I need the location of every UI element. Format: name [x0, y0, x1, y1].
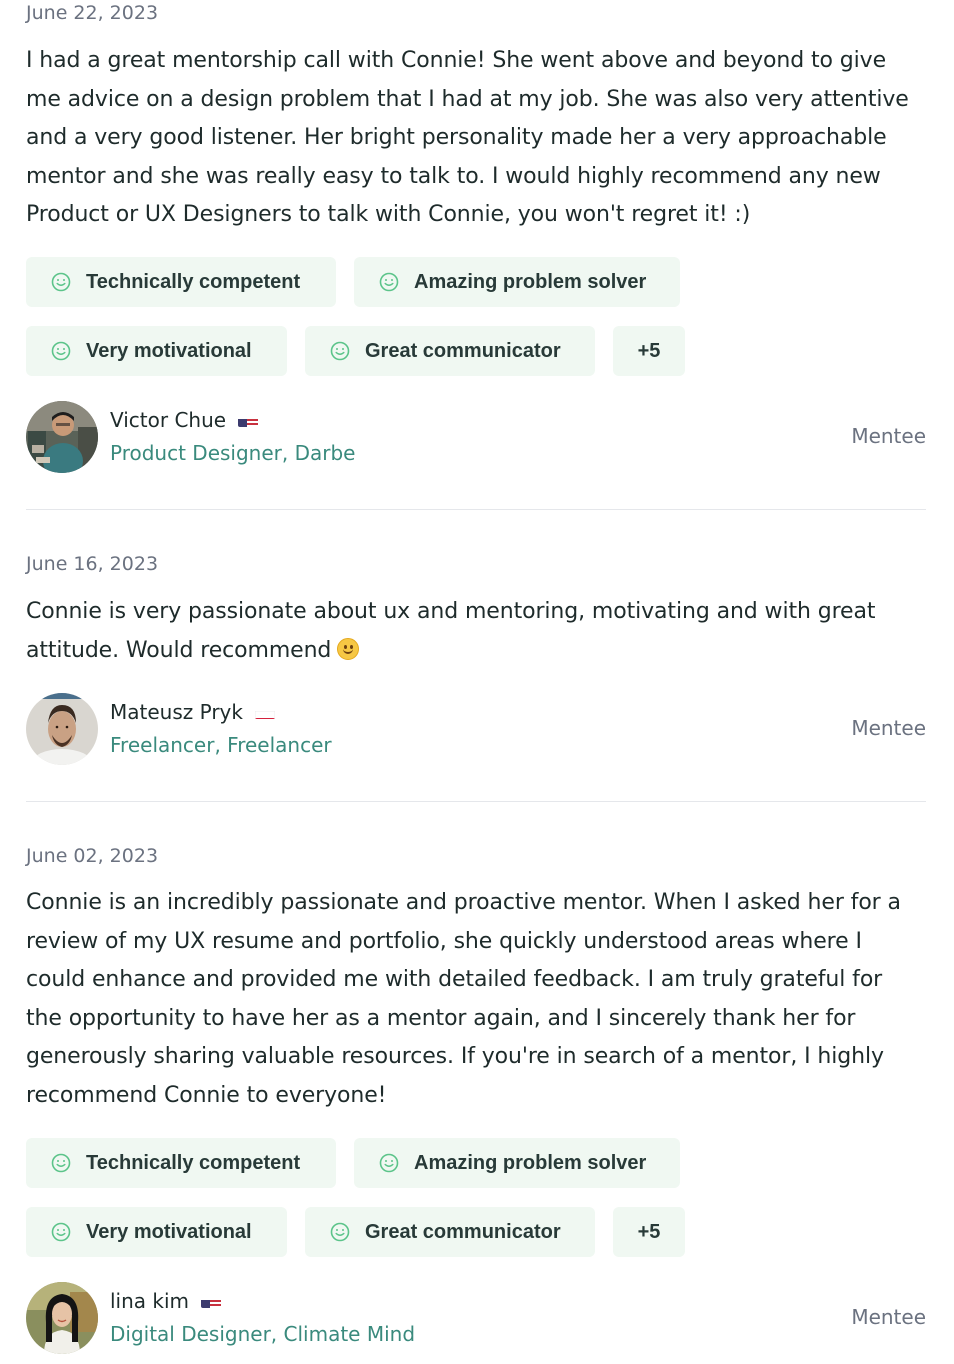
review-text-line: recommend Connie to everyone! — [26, 1082, 387, 1108]
avatar[interactable] — [26, 693, 98, 765]
review-text-line: generously sharing valuable resources. I… — [26, 1044, 884, 1069]
tag-label: Amazing problem solver — [414, 1152, 647, 1174]
us-flag-icon — [201, 1294, 222, 1308]
tag-label: Great communicator — [365, 1221, 561, 1243]
review-text-line: I had a great mentorship call with Conni… — [26, 48, 887, 73]
author-type-label: Mentee — [851, 1305, 926, 1329]
review-text-line: and a very good listener. Her bright per… — [26, 125, 887, 150]
review-card: June 22, 2023 I had a great mentorship c… — [26, 0, 926, 510]
author-role: Freelancer, Freelancer — [110, 733, 332, 757]
smile-icon — [330, 1222, 350, 1242]
review-text-line: attitude. Would recommend — [26, 632, 875, 671]
review-text: Connie is an incredibly passionate and p… — [26, 884, 901, 1115]
more-tags-button[interactable]: +5 — [613, 1207, 685, 1257]
author-name[interactable]: lina kim — [110, 1288, 222, 1314]
tag-chip: Great communicator — [305, 1207, 595, 1257]
tag-label: Technically competent — [86, 271, 301, 293]
review-text-line: Connie is an incredibly passionate and p… — [26, 890, 901, 915]
smile-icon — [51, 341, 71, 361]
review-author: Victor Chue Product Designer, Darbe Ment… — [26, 401, 926, 473]
tag-chip: Amazing problem solver — [354, 1138, 680, 1188]
review-text-line: review of my UX resume and portfolio, sh… — [26, 928, 862, 954]
avatar[interactable] — [26, 1282, 98, 1354]
divider — [26, 801, 926, 802]
smile-icon — [51, 272, 71, 292]
review-date: June 16, 2023 — [26, 553, 159, 575]
smile-icon — [379, 1153, 399, 1173]
more-tags-count: +5 — [637, 1221, 661, 1243]
review-card: June 02, 2023 Connie is an incredibly pa… — [26, 843, 926, 1364]
author-type-label: Mentee — [851, 716, 926, 740]
review-text-line: the opportunity to have her as a mentor … — [26, 1005, 856, 1031]
more-tags-count: +5 — [637, 340, 661, 362]
tag-label: Technically competent — [86, 1152, 301, 1174]
review-text-line: could enhance and provided me with detai… — [26, 967, 883, 992]
author-type-label: Mentee — [851, 424, 926, 448]
tag-label: Amazing problem solver — [414, 271, 647, 293]
avatar[interactable] — [26, 401, 98, 473]
tag-chip: Very motivational — [26, 1207, 287, 1257]
review-card: June 16, 2023 Connie is very passionate … — [26, 551, 926, 801]
slightly-smiling-face-icon — [337, 637, 360, 660]
tag-chip: Technically competent — [26, 1138, 336, 1188]
us-flag-icon — [238, 413, 259, 427]
review-author: Mateusz Pryk Freelancer, Freelancer Ment… — [26, 693, 926, 765]
more-tags-button[interactable]: +5 — [613, 326, 685, 376]
review-date: June 22, 2023 — [26, 2, 159, 24]
pl-flag-icon — [254, 705, 275, 719]
tag-chip: Technically competent — [26, 257, 336, 307]
smile-icon — [51, 1222, 71, 1242]
author-name[interactable]: Mateusz Pryk — [110, 699, 275, 725]
tag-chip: Great communicator — [305, 326, 595, 376]
review-text-line: me advice on a design problem that I had… — [26, 86, 909, 112]
tag-label: Very motivational — [86, 1221, 252, 1243]
tag-chip: Very motivational — [26, 326, 287, 376]
review-text-line: Connie is very passionate about ux and m… — [26, 599, 876, 624]
tag-chip: Amazing problem solver — [354, 257, 680, 307]
tag-label: Very motivational — [86, 340, 252, 362]
review-text: Connie is very passionate about ux and m… — [26, 593, 876, 671]
author-name[interactable]: Victor Chue — [110, 407, 259, 433]
tag-label: Great communicator — [365, 340, 561, 362]
smile-icon — [379, 272, 399, 292]
author-role: Product Designer, Darbe — [110, 441, 356, 465]
smile-icon — [330, 341, 350, 361]
review-text-line: Product or UX Designers to talk with Con… — [26, 202, 751, 227]
author-role: Digital Designer, Climate Mind — [110, 1322, 416, 1346]
divider — [26, 509, 926, 510]
review-text-line: mentor and she was really easy to talk t… — [26, 163, 881, 189]
review-text: I had a great mentorship call with Conni… — [26, 42, 909, 235]
smile-icon — [51, 1153, 71, 1173]
review-date: June 02, 2023 — [26, 845, 159, 867]
review-author: lina kim Digital Designer, Climate Mind … — [26, 1282, 926, 1354]
